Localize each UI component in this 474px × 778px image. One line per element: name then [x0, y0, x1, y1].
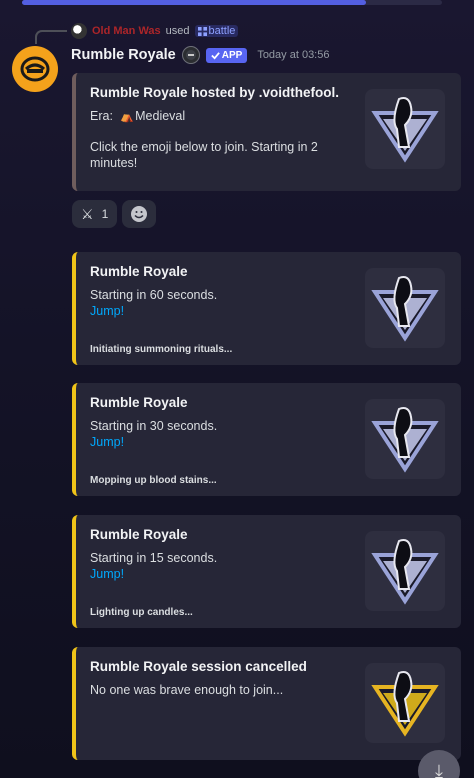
reply-context[interactable]: Old Man Was used battle	[71, 22, 239, 40]
rumble-royale-logo-icon	[371, 407, 439, 473]
embed-description: Click the emoji below to join. Starting …	[90, 140, 318, 170]
message-header: Rumble Royale APP Today at 03:56	[71, 45, 329, 65]
jump-link[interactable]: Jump!	[90, 566, 341, 582]
jump-link[interactable]: Jump!	[90, 303, 341, 319]
rumble-royale-gold-logo-icon	[371, 671, 439, 737]
rumble-royale-logo-icon	[371, 97, 439, 163]
app-badge: APP	[205, 47, 248, 63]
crossed-swords-icon: ⚔	[81, 205, 94, 222]
reply-avatar[interactable]	[71, 23, 87, 39]
rumble-royale-logo-icon	[371, 539, 439, 605]
embed-thumbnail[interactable]	[365, 531, 445, 611]
embed-footer: Initiating summoning rituals...	[90, 344, 233, 355]
embed-title: Rumble Royale session cancelled	[90, 659, 307, 674]
server-tag-icon[interactable]	[181, 46, 200, 64]
embed-thumbnail[interactable]	[365, 399, 445, 479]
castle-icon: ⛺	[120, 111, 135, 123]
check-icon	[211, 51, 220, 60]
embed-countdown-60: Rumble Royale Starting in 60 seconds. Ju…	[72, 252, 461, 365]
embed-countdown-30: Rumble Royale Starting in 30 seconds. Ju…	[72, 383, 461, 496]
slash-command-name: battle	[208, 25, 236, 37]
timestamp[interactable]: Today at 03:56	[257, 49, 329, 61]
embed-countdown-15: Rumble Royale Starting in 15 seconds. Ju…	[72, 515, 461, 628]
add-reaction-button[interactable]	[122, 200, 157, 228]
era-value: Medieval	[135, 109, 186, 123]
app-badge-label: APP	[221, 49, 243, 61]
embed-title: Rumble Royale	[90, 527, 188, 542]
embed-thumbnail[interactable]	[365, 663, 445, 743]
embed-description: Starting in 30 seconds.	[90, 419, 218, 433]
embed-thumbnail[interactable]	[365, 89, 445, 169]
reaction-bar: ⚔ 1	[72, 200, 157, 228]
rumble-royale-logo-icon	[371, 276, 439, 342]
add-reaction-icon	[131, 206, 148, 222]
arrow-down-icon: ⤓	[435, 761, 443, 778]
embed-title: Rumble Royale hosted by .voidthefool.	[90, 85, 340, 100]
command-icon	[197, 26, 207, 36]
reply-used-label: used	[165, 25, 190, 37]
embed-title: Rumble Royale	[90, 395, 188, 410]
reaction-count: 1	[101, 207, 109, 221]
reply-username[interactable]: Old Man Was	[92, 25, 161, 37]
reply-connector	[35, 30, 67, 44]
progress-bar	[22, 0, 366, 5]
jump-link[interactable]: Jump!	[90, 434, 341, 450]
era-label: Era:	[90, 109, 113, 123]
slash-command[interactable]: battle	[194, 25, 239, 37]
embed-thumbnail[interactable]	[365, 268, 445, 348]
embed-description: Starting in 60 seconds.	[90, 288, 218, 302]
embed-footer: Mopping up blood stains...	[90, 475, 217, 486]
embed-title: Rumble Royale	[90, 264, 188, 279]
bot-avatar[interactable]	[12, 46, 58, 92]
embed-description: Starting in 15 seconds.	[90, 551, 218, 565]
embed-hosted: Rumble Royale hosted by .voidthefool. Er…	[72, 73, 461, 191]
embed-footer: Lighting up candles...	[90, 607, 193, 618]
reaction-swords[interactable]: ⚔ 1	[72, 200, 118, 228]
embed-cancelled: Rumble Royale session cancelled No one w…	[72, 647, 461, 760]
ring-logo-icon	[20, 56, 50, 82]
bot-name[interactable]: Rumble Royale	[71, 47, 176, 63]
embed-era: Era: ⛺Medieval	[90, 108, 341, 125]
embed-description: No one was brave enough to join...	[90, 683, 284, 697]
